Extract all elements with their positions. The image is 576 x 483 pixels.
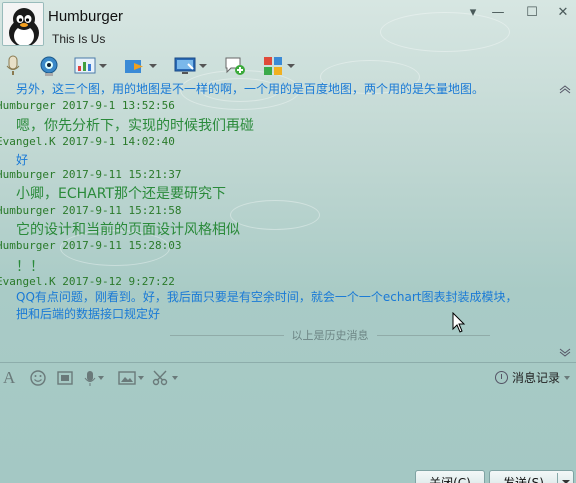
- panel-divider[interactable]: [0, 362, 576, 363]
- chat-toolbar: [0, 53, 576, 81]
- message-header: Evangel.K 2017-9-1 14:02:40: [0, 135, 175, 148]
- apps-button[interactable]: [74, 53, 107, 79]
- emoji-button[interactable]: [30, 369, 46, 387]
- message-time: 2017-9-11 15:21:37: [62, 168, 182, 181]
- message-text: 好: [16, 153, 29, 167]
- image-icon: [118, 371, 136, 385]
- image-button[interactable]: [118, 369, 144, 387]
- message-sender[interactable]: Humburger: [0, 204, 56, 217]
- apps-grid-icon: [262, 55, 284, 77]
- penguin-avatar-icon: [3, 3, 43, 45]
- message-time: 2017-9-12 9:27:22: [62, 275, 175, 288]
- message-header: Evangel.K 2017-9-12 9:27:22: [0, 275, 175, 288]
- menu-dropdown-icon[interactable]: ▾: [465, 5, 481, 20]
- message-sender[interactable]: Humburger: [0, 168, 56, 181]
- message-text: ！！: [16, 259, 44, 275]
- message-text: 小卿，ECHART那个还是要研究下: [16, 186, 226, 202]
- close-button[interactable]: 关闭(C): [415, 470, 485, 483]
- font-icon: A: [3, 368, 16, 387]
- remote-desktop-button[interactable]: [174, 53, 207, 79]
- message-text: 另外，这三个图，用的地图是不一样的啊，一个用的是百度地图，两个用的是矢量地图。: [16, 82, 485, 96]
- screenshot-button[interactable]: [56, 369, 74, 387]
- voice-call-button[interactable]: [2, 53, 24, 79]
- mouse-cursor-icon: [452, 312, 466, 333]
- chevron-down-icon[interactable]: [138, 376, 144, 380]
- message-input[interactable]: [0, 392, 576, 464]
- screenshot-icon: [57, 371, 73, 385]
- chevron-down-icon[interactable]: [287, 64, 295, 68]
- chevron-down-icon[interactable]: [172, 376, 178, 380]
- send-button[interactable]: 发送(S): [489, 470, 574, 483]
- scissors-icon: [152, 370, 168, 386]
- more-apps-button[interactable]: [262, 53, 295, 79]
- send-file-button[interactable]: [124, 53, 157, 79]
- message-text: 嗯，你先分析下，实现的时候我们再碰: [16, 118, 254, 134]
- microphone-icon: [2, 55, 24, 77]
- scissors-button[interactable]: [152, 369, 178, 387]
- message-sender[interactable]: Humburger: [0, 239, 56, 252]
- message-text-line: 把和后端的数据接口规定好: [16, 307, 161, 321]
- send-options-dropdown[interactable]: [557, 473, 573, 483]
- emoji-icon: [30, 370, 46, 386]
- chat-header: Humburger This Is Us ▾ — ☐ ✕: [0, 0, 576, 52]
- send-button-label: 发送(S): [503, 475, 544, 483]
- video-camera-icon: [38, 55, 60, 77]
- close-button-label: 关闭(C): [429, 475, 471, 483]
- input-toolbar: A 消息记录: [0, 366, 576, 390]
- divider-line: [170, 334, 284, 336]
- send-file-icon: [124, 55, 146, 77]
- create-group-icon: [224, 55, 246, 77]
- divider-line: [376, 334, 490, 336]
- chevron-down-icon[interactable]: [99, 64, 107, 68]
- clock-icon: [494, 371, 508, 384]
- message-time: 2017-9-1 13:52:56: [62, 99, 175, 112]
- voice-message-button[interactable]: [84, 369, 104, 387]
- message-header: Humburger 2017-9-11 15:28:03: [0, 239, 181, 252]
- message-history-button[interactable]: 消息记录: [494, 369, 570, 386]
- chat-window: Humburger This Is Us ▾ — ☐ ✕ 另外，这三个图，用的地…: [0, 0, 576, 483]
- message-sender[interactable]: Evangel.K: [0, 275, 56, 288]
- history-divider-label: 以上是历史消息: [291, 329, 369, 342]
- collapse-up-icon[interactable]: [559, 84, 571, 97]
- video-call-button[interactable]: [38, 53, 60, 79]
- message-time: 2017-9-11 15:28:03: [62, 239, 182, 252]
- message-text-line: QQ有点问题，刚看到。好，我后面只要是有空余时间，就会一个一个echart图表封…: [16, 290, 518, 304]
- chevron-down-icon[interactable]: [98, 376, 104, 380]
- message-header: Humburger 2017-9-1 13:52:56: [0, 99, 175, 112]
- chevron-down-icon[interactable]: [149, 64, 157, 68]
- voice-message-icon: [84, 370, 96, 386]
- avatar[interactable]: [2, 2, 44, 46]
- message-time: 2017-9-1 14:02:40: [62, 135, 175, 148]
- close-icon[interactable]: ✕: [555, 5, 571, 20]
- maximize-icon[interactable]: ☐: [524, 5, 540, 20]
- message-history-label: 消息记录: [511, 371, 560, 385]
- app-chart-icon: [74, 55, 96, 77]
- history-divider: 以上是历史消息: [170, 328, 490, 342]
- remote-desktop-icon: [174, 55, 196, 77]
- message-sender[interactable]: Evangel.K: [0, 135, 56, 148]
- message-time: 2017-9-11 15:21:58: [62, 204, 182, 217]
- font-button[interactable]: A: [3, 368, 16, 387]
- chevron-down-icon[interactable]: [564, 375, 570, 380]
- message-header: Humburger 2017-9-11 15:21:37: [0, 168, 181, 181]
- contact-name[interactable]: Humburger: [48, 8, 123, 25]
- create-group-button[interactable]: [224, 53, 246, 79]
- message-text: 它的设计和当前的页面设计风格相似: [16, 222, 240, 238]
- message-header: Humburger 2017-9-11 15:21:58: [0, 204, 181, 217]
- message-history[interactable]: 另外，这三个图，用的地图是不一样的啊，一个用的是百度地图，两个用的是矢量地图。 …: [0, 82, 576, 352]
- chevron-down-icon[interactable]: [199, 64, 207, 68]
- minimize-icon[interactable]: —: [490, 5, 506, 20]
- contact-signature: This Is Us: [52, 32, 106, 46]
- message-sender[interactable]: Humburger: [0, 99, 56, 112]
- collapse-down-icon[interactable]: [559, 348, 571, 361]
